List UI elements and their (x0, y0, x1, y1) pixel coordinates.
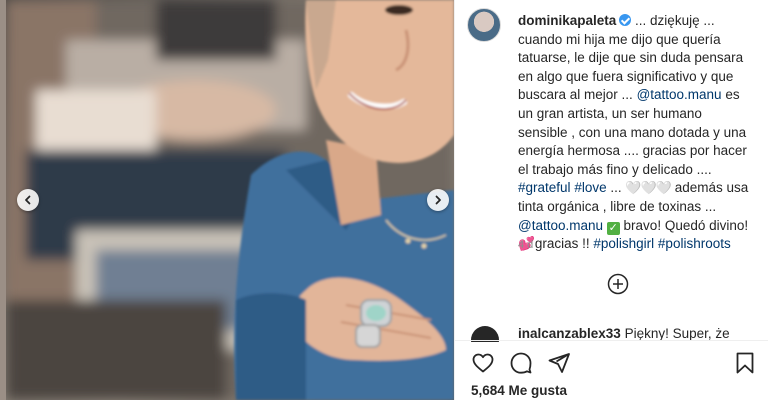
caption-line: ... dziękuję ... (635, 13, 715, 28)
like-button[interactable] (471, 351, 495, 375)
caption-line: un gran artista, un ser humano (518, 105, 702, 121)
check-mark-emoji: ✓ (606, 221, 620, 235)
hashtag-link[interactable]: #love (574, 180, 606, 195)
comment-button[interactable] (509, 351, 533, 375)
avatar[interactable] (467, 8, 501, 42)
next-image-button[interactable] (427, 189, 449, 211)
divider (455, 340, 768, 341)
comment-text: inalcanzablex33 Piękny! Super, że (518, 326, 730, 341)
caption-line: buscara al mejor ... (518, 87, 633, 103)
caption-line: tinta orgánica , libre de toxinas ... (518, 198, 717, 214)
likes-count[interactable]: 5,684 Me gusta (471, 383, 567, 398)
chevron-left-icon (25, 195, 31, 205)
hashtag-link[interactable]: #polishroots (658, 236, 731, 251)
caption-line: sensible , con una mano dotada y una (518, 124, 747, 140)
post-photo[interactable] (6, 0, 454, 400)
previous-image-button[interactable] (17, 189, 39, 211)
post-timestamp[interactable]: 4 d (518, 239, 533, 251)
bookmark-icon (736, 352, 754, 374)
caption-line: energía hermosa .... gracias por hacer (518, 143, 747, 159)
add-circle-icon (607, 273, 629, 295)
caption-line: en algo que fuera significativo y que (518, 68, 734, 84)
hashtag-link[interactable]: #grateful (518, 180, 571, 195)
verified-badge-icon (619, 14, 632, 26)
chevron-right-icon (435, 195, 441, 205)
caption-line: tatuarse, le dije que sin duda pensara (518, 50, 744, 66)
hashtag-link[interactable]: #polishgirl (593, 236, 654, 251)
caption-line: bravo! Quedó divino! (623, 217, 749, 233)
photo-illustration (6, 0, 454, 400)
caption-line: gracias !! (534, 236, 590, 252)
save-button[interactable] (733, 351, 757, 375)
caption-line: ... (610, 180, 622, 196)
post-username[interactable]: dominikapaleta (518, 13, 616, 28)
caption-line: es (725, 87, 740, 103)
caption-line: además usa (674, 180, 749, 196)
caption-line: el trabajo más fino y delicado .... (518, 161, 712, 177)
caption-text: dominikapaleta ... dziękuję ... cuando m… (518, 12, 768, 254)
mention-link[interactable]: @tattoo.manu (518, 218, 603, 233)
comment-username[interactable]: inalcanzablex33 (518, 326, 621, 341)
post-side-panel: dominikapaleta ... dziękuję ... cuando m… (454, 0, 768, 400)
comment-bubble-icon (510, 352, 532, 374)
caption-line: cuando mi hija me dijo que quería (518, 31, 721, 47)
load-more-comments-button[interactable] (607, 273, 629, 295)
comment-body: Piękny! Super, że (624, 326, 730, 341)
white-hearts-emoji: 🤍🤍🤍 (625, 180, 672, 196)
share-button[interactable] (547, 351, 571, 375)
mention-link[interactable]: @tattoo.manu (637, 87, 722, 102)
paper-plane-icon (548, 353, 570, 373)
heart-icon (472, 353, 494, 373)
